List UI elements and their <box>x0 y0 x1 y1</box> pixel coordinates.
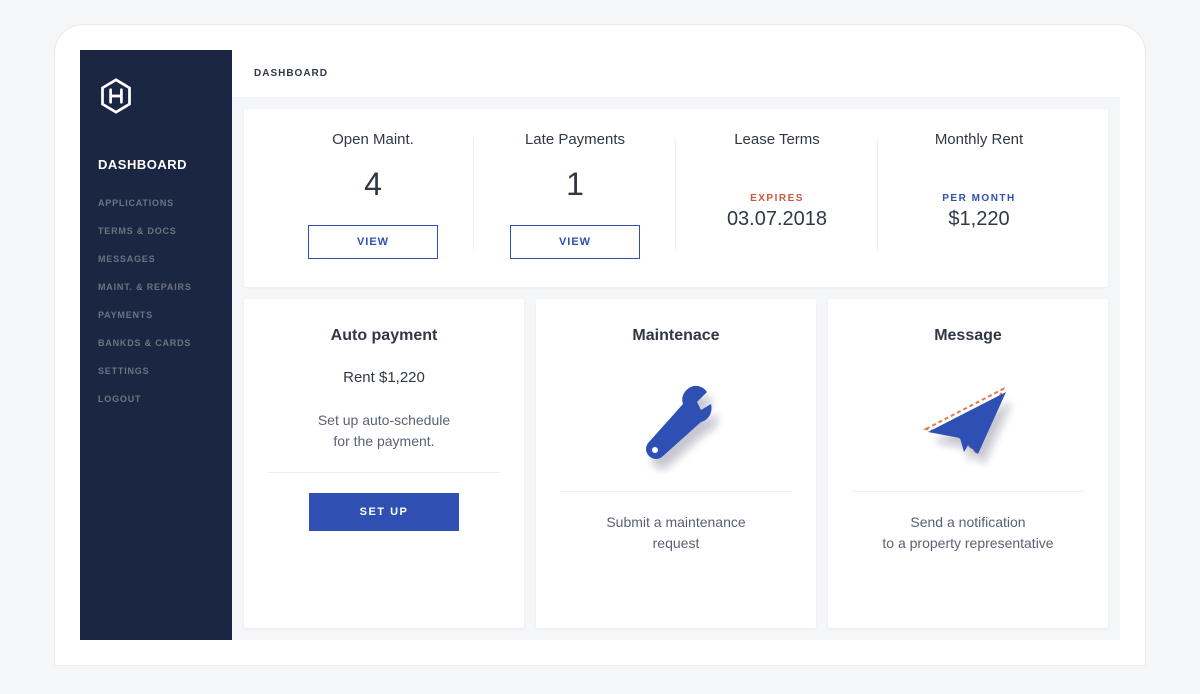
card-title: Message <box>934 327 1002 345</box>
view-late-payments-button[interactable]: VIEW <box>510 225 640 259</box>
card-action-text: Send a notification to a property repres… <box>882 512 1053 554</box>
card-title: Maintenace <box>632 327 719 345</box>
sidebar-item-maint-repairs[interactable]: MAINT. & REPAIRS <box>98 282 232 292</box>
card-maintenance[interactable]: Maintenace <box>536 299 816 628</box>
stat-value: $1,220 <box>948 208 1009 231</box>
content: Open Maint. 4 VIEW Late Payments 1 VIEW … <box>232 97 1120 640</box>
stat-monthly-rent: Monthly Rent PER MONTH $1,220 <box>878 131 1080 259</box>
stats-row: Open Maint. 4 VIEW Late Payments 1 VIEW … <box>244 109 1108 287</box>
divider <box>560 491 792 492</box>
hexagon-logo-icon <box>98 78 134 114</box>
card-title: Auto payment <box>331 327 438 345</box>
app-screen: DASHBOARD APPLICATIONS TERMS & DOCS MESS… <box>80 50 1120 640</box>
stat-open-maint: Open Maint. 4 VIEW <box>272 131 474 259</box>
card-description: Set up auto-schedule for the payment. <box>318 410 450 452</box>
sidebar-item-applications[interactable]: APPLICATIONS <box>98 198 232 208</box>
app-logo <box>98 78 232 119</box>
stat-value: 4 <box>272 166 474 203</box>
setup-button[interactable]: SET UP <box>309 493 459 531</box>
stat-caption-expires: EXPIRES <box>750 193 804 204</box>
stat-lease-terms: Lease Terms EXPIRES 03.07.2018 <box>676 131 878 259</box>
sidebar-item-messages[interactable]: MESSAGES <box>98 254 232 264</box>
page-title: DASHBOARD <box>254 68 328 79</box>
stat-value: 1 <box>474 166 676 203</box>
card-auto-payment: Auto payment Rent $1,220 Set up auto-sch… <box>244 299 524 628</box>
divider <box>852 491 1084 492</box>
stat-late-payments: Late Payments 1 VIEW <box>474 131 676 259</box>
main-area: DASHBOARD Open Maint. 4 VIEW Late Paymen… <box>232 50 1120 640</box>
card-message[interactable]: Message <box>828 299 1108 628</box>
sidebar-item-settings[interactable]: SETTINGS <box>98 366 232 376</box>
sidebar-item-dashboard[interactable]: DASHBOARD <box>98 157 232 172</box>
cards-row: Auto payment Rent $1,220 Set up auto-sch… <box>244 299 1108 628</box>
divider <box>268 472 500 473</box>
stat-label: Open Maint. <box>272 131 474 148</box>
topbar: DASHBOARD <box>232 50 1120 97</box>
sidebar-item-payments[interactable]: PAYMENTS <box>98 310 232 320</box>
card-rent: Rent $1,220 <box>343 369 425 386</box>
sidebar-item-logout[interactable]: LOGOUT <box>98 394 232 404</box>
stat-label: Late Payments <box>474 131 676 148</box>
wrench-icon <box>621 369 731 479</box>
stat-caption-per-month: PER MONTH <box>942 193 1016 204</box>
sidebar-item-terms-docs[interactable]: TERMS & DOCS <box>98 226 232 236</box>
stat-label: Lease Terms <box>676 131 878 148</box>
paper-plane-icon <box>908 369 1028 479</box>
sidebar-item-banks-cards[interactable]: BANKDS & CARDS <box>98 338 232 348</box>
sidebar: DASHBOARD APPLICATIONS TERMS & DOCS MESS… <box>80 50 232 640</box>
stat-label: Monthly Rent <box>878 131 1080 148</box>
laptop-frame: DASHBOARD APPLICATIONS TERMS & DOCS MESS… <box>55 25 1145 665</box>
stat-value: 03.07.2018 <box>727 208 827 231</box>
view-open-maint-button[interactable]: VIEW <box>308 225 438 259</box>
card-action-text: Submit a maintenance request <box>606 512 745 554</box>
